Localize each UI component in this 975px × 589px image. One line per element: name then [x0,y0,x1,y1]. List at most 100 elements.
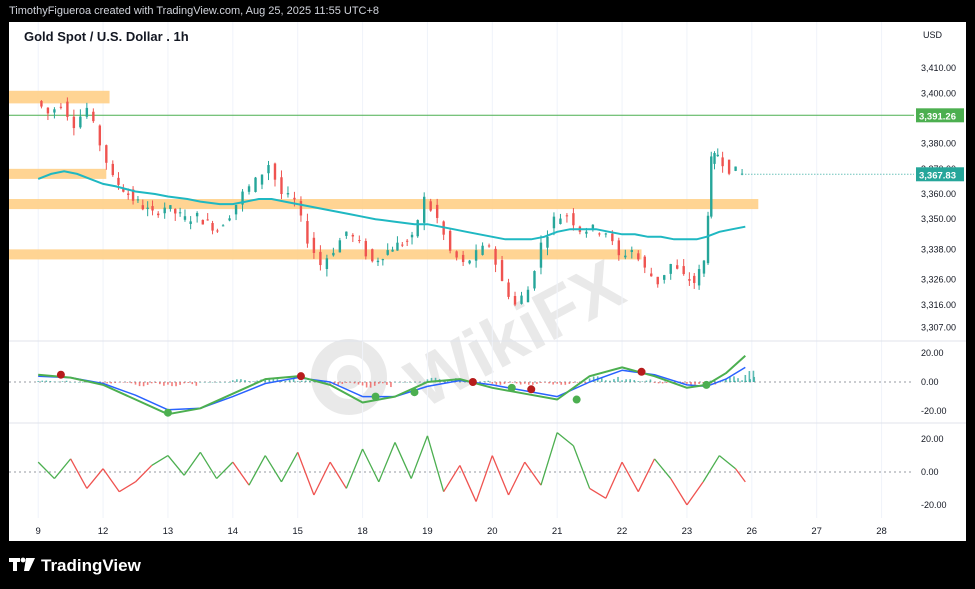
candle-body [195,212,199,217]
candle-body [157,213,160,216]
candle-body [604,233,608,235]
histogram-bar [106,382,108,384]
candle-body [127,193,130,195]
histogram-bar [528,382,530,385]
histogram-bar [179,382,181,385]
candle-body [117,177,120,185]
histogram-bar [236,379,238,382]
candle-body [435,204,439,218]
time-axis[interactable]: 9 12 13 14 15 18 19 20 21 22 23 26 27 28 [36,526,887,537]
candle-body [371,249,374,262]
price-tick-label: 3,350.00 [921,214,956,224]
grid [37,22,883,518]
candle-body [474,250,478,261]
histogram-bar [114,382,117,383]
histogram-bar [223,382,226,383]
histogram-bar [252,381,254,382]
histogram-bar [633,380,636,382]
footer: TradingView [9,553,141,579]
histogram-bar [49,381,52,382]
support-resistance-zone [9,90,110,104]
candle-body [299,201,303,216]
oscillator-2-segment [426,435,445,492]
histogram-bar [305,380,307,382]
histogram-bar [629,379,631,382]
chart-canvas[interactable]: WikiFX USD 3,410.003,400.003,380.003,370… [9,22,966,541]
candle-body [201,219,205,225]
histogram-bar [721,381,724,383]
histogram-bar [122,382,125,383]
histogram-bar [361,382,364,386]
histogram-bar [341,382,344,384]
histogram-bar [418,382,421,383]
candle-body [702,260,706,274]
histogram-bar [150,382,153,384]
candle-body [364,241,368,257]
price-axis[interactable]: USD 3,410.003,400.003,380.003,370.003,36… [916,30,964,510]
candle-body [494,248,497,265]
candle-body [401,244,404,246]
histogram-bar [560,382,563,385]
time-tick-label: 18 [357,526,368,537]
oscillator-2-segment [280,451,299,483]
oscillator-2-segment [70,458,88,489]
candle-body [422,196,426,223]
candle-body [572,213,575,226]
oscillator-2-segment [329,461,347,489]
histogram-bar [698,382,700,384]
histogram-bar [65,380,68,382]
oscillator-2-segment [702,455,720,483]
histogram-bar [495,382,498,385]
chart-frame[interactable]: WikiFX USD 3,410.003,400.003,380.003,370… [9,22,966,541]
candle-body [721,157,724,167]
oscillator-1-tick-label: 20.00 [921,348,944,358]
candle-body [98,125,102,146]
oscillator-2-segment [135,464,153,483]
candle-body [416,220,419,237]
histogram-bar [487,380,490,382]
candle-body [559,218,562,225]
histogram-bar [733,376,735,382]
oscillator-2-segment [37,461,55,480]
histogram-bar [353,382,356,384]
candle-body [552,216,556,229]
crossover-dot [702,380,711,389]
histogram-bar [398,382,400,383]
tradingview-brand[interactable]: TradingView [41,556,141,576]
oscillator-2-segment [118,481,136,493]
histogram-bar [649,379,652,382]
histogram-bar [483,381,486,382]
histogram-bar [641,381,644,382]
oscillator-2-segment [199,451,218,479]
candle-body [189,221,192,224]
oscillator-2-segment [232,461,250,486]
price-tick-label: 3,326.00 [921,275,956,285]
candle-body [682,266,685,275]
histogram-bar [552,382,554,385]
histogram-bar [203,382,206,383]
oscillator-2-tick-label: 20.00 [921,434,944,444]
candle-body [247,186,251,192]
histogram-bar [248,381,250,382]
price-pane [9,22,966,518]
candle-body [526,289,530,303]
candle-body [500,260,504,281]
candle-body [716,154,719,157]
histogram-bar [81,382,84,383]
last-price-label: 3,367.83 [919,170,956,181]
candle-body [206,219,209,221]
time-tick-label: 21 [552,526,563,537]
candle-body [455,251,458,258]
candle-body [410,234,414,238]
histogram-bar [309,381,311,382]
oscillator-2-segment [589,487,607,499]
candle-body [151,206,154,211]
crossover-dot [572,395,581,404]
histogram-bar [138,382,141,387]
candle-body [539,242,543,268]
support-resistance-zone [9,249,642,260]
candle-body [546,236,549,248]
histogram-bar [657,382,660,384]
candle-body [72,116,76,129]
oscillator-2-segment [151,455,169,466]
